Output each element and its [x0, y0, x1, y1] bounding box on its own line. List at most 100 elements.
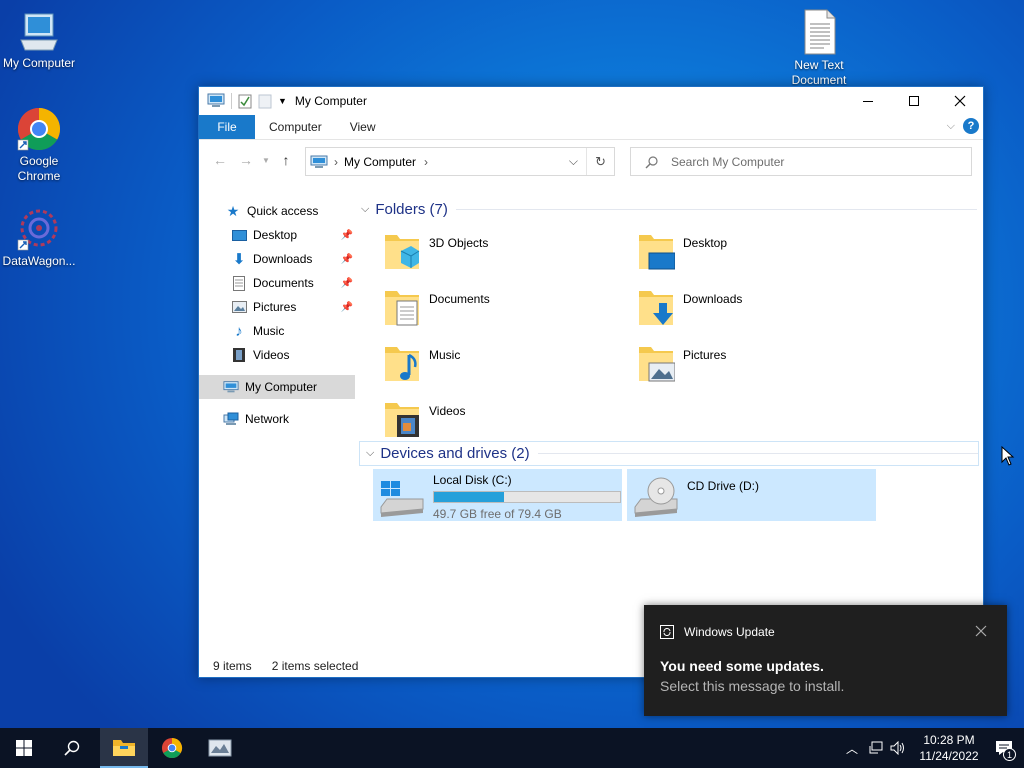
desktop-icon-label: New Text Document [791, 58, 847, 87]
close-icon [954, 95, 966, 107]
group-header-folders[interactable]: ⌵ Folders (7) [361, 201, 977, 218]
file-view[interactable]: ⌵ Folders (7) 3D Objects Desktop Documen… [357, 195, 983, 655]
clock-time: 10:28 PM [923, 733, 975, 747]
chevron-down-icon: ⌵ [361, 203, 370, 215]
taskbar-app[interactable] [196, 728, 244, 768]
toast-heading: You need some updates. [660, 658, 824, 674]
pin-icon[interactable]: 📌 [341, 254, 353, 265]
desktop-icon-label: My Computer [2, 56, 76, 70]
picture-icon [231, 299, 247, 315]
desktop-icon-google-chrome[interactable]: Google Chrome [0, 106, 78, 184]
sidebar-item-label: My Computer [245, 380, 318, 394]
sidebar-item-network[interactable]: Network [199, 407, 355, 431]
pin-icon[interactable]: 📌 [341, 302, 353, 313]
breadcrumb-separator-icon: › [424, 154, 429, 169]
desktop-icon-datawagon[interactable]: DataWagon... [0, 206, 78, 269]
sidebar-item-label: Videos [253, 348, 290, 362]
tab-file[interactable]: File [199, 115, 255, 139]
toast-notification[interactable]: Windows Update You need some updates. Se… [644, 605, 1007, 716]
clock-date: 11/24/2022 [919, 749, 979, 763]
clock[interactable]: 10:28 PM 11/24/2022 [914, 732, 984, 764]
up-button[interactable]: ↑ [273, 147, 299, 173]
folder-downloads[interactable]: Downloads [637, 285, 877, 337]
explorer-window[interactable]: ▼ My Computer File Computer View ⌵ ? ← →… [198, 86, 984, 678]
sidebar-item-music[interactable]: ♪ Music [199, 319, 355, 343]
sidebar-item-desktop[interactable]: Desktop 📌 [199, 223, 355, 247]
help-icon[interactable]: ? [963, 118, 979, 134]
taskbar-chrome[interactable] [148, 728, 196, 768]
desktop-icon-my-computer[interactable]: My Computer [0, 10, 78, 71]
new-folder-icon[interactable] [258, 93, 272, 109]
folder-music[interactable]: Music [383, 341, 623, 393]
chevron-up-icon[interactable]: ︿ [846, 740, 858, 757]
hard-drive-icon [380, 481, 424, 517]
sidebar-item-label: Downloads [253, 252, 313, 266]
sidebar-item-label: Pictures [253, 300, 297, 314]
expand-ribbon-icon[interactable]: ⌵ [947, 120, 955, 133]
recent-locations-button[interactable]: ▼ [259, 147, 273, 173]
folder-label: Documents [429, 292, 490, 306]
network-icon[interactable] [868, 741, 884, 755]
search-input[interactable]: Search My Computer [671, 155, 784, 169]
folder-desktop-icon [639, 235, 675, 270]
computer-icon [20, 13, 58, 51]
file-explorer-icon [113, 740, 135, 756]
folder-music-icon [385, 347, 419, 381]
sidebar-item-quick-access[interactable]: ★ Quick access [199, 199, 355, 223]
maximize-button[interactable] [891, 87, 937, 115]
mouse-cursor-icon [1001, 446, 1015, 466]
forward-button[interactable]: → [233, 147, 259, 173]
network-icon [223, 411, 239, 427]
arrow-right-icon: → [239, 152, 253, 168]
desktop-icon-new-text-document[interactable]: New Text Document [780, 8, 858, 88]
drive-cd-d[interactable]: CD Drive (D:) [627, 469, 876, 521]
start-button[interactable] [0, 728, 48, 768]
group-header-devices[interactable]: ⌵ Devices and drives (2) [359, 441, 979, 466]
title-bar[interactable]: ▼ My Computer [199, 87, 983, 115]
arrow-left-icon: ← [213, 152, 227, 168]
folder-pictures[interactable]: Pictures [637, 341, 877, 393]
drive-local-disk-c[interactable]: Local Disk (C:) 49.7 GB free of 79.4 GB [373, 469, 622, 521]
folder-3d-objects[interactable]: 3D Objects [383, 229, 623, 281]
properties-icon[interactable] [238, 93, 252, 109]
status-item-count: 9 items [213, 659, 252, 673]
sidebar-item-label: Network [245, 412, 290, 426]
download-icon: ⬇ [232, 251, 246, 268]
sidebar-item-videos[interactable]: Videos [199, 343, 355, 367]
drive-label: CD Drive (D:) [687, 479, 759, 493]
taskbar-file-explorer[interactable] [100, 728, 148, 768]
chevron-down-icon: ⌵ [366, 447, 375, 459]
action-center-button[interactable]: 1 [984, 728, 1024, 768]
desktop-icon-label: DataWagon... [2, 254, 76, 268]
address-dropdown-icon[interactable]: ⌵ [569, 154, 578, 169]
document-icon [231, 275, 247, 291]
tab-view[interactable]: View [336, 115, 390, 139]
sidebar-item-pictures[interactable]: Pictures 📌 [199, 295, 355, 319]
search-button[interactable] [48, 728, 96, 768]
sidebar-item-downloads[interactable]: ⬇ Downloads 📌 [199, 247, 355, 271]
back-button[interactable]: ← [207, 147, 233, 173]
datawagon-icon [17, 209, 58, 251]
sidebar-item-label: Documents [253, 276, 314, 290]
refresh-icon[interactable]: ↻ [595, 154, 606, 170]
sidebar-item-documents[interactable]: Documents 📌 [199, 271, 355, 295]
music-icon: ♪ [235, 322, 243, 340]
folder-label: Music [429, 348, 461, 362]
folder-desktop[interactable]: Desktop [637, 229, 877, 281]
pin-icon[interactable]: 📌 [341, 278, 353, 289]
folder-documents[interactable]: Documents [383, 285, 623, 337]
volume-icon[interactable] [890, 741, 906, 755]
search-box[interactable]: Search My Computer [630, 147, 972, 176]
minimize-button[interactable] [845, 87, 891, 115]
customize-toolbar-icon[interactable]: ▼ [278, 96, 287, 106]
breadcrumb-location[interactable]: My Computer [344, 155, 416, 169]
pin-icon[interactable]: 📌 [341, 230, 353, 241]
navigation-pane: ★ Quick access Desktop 📌 ⬇ Downloads 📌 D… [199, 195, 355, 655]
cd-drive-icon [634, 477, 678, 517]
sidebar-item-my-computer[interactable]: My Computer [199, 375, 355, 399]
address-bar[interactable]: › My Computer › ⌵ ↻ [305, 147, 615, 176]
tab-computer[interactable]: Computer [255, 115, 336, 139]
status-selected-count: 2 items selected [271, 659, 359, 673]
close-icon[interactable] [975, 625, 987, 637]
close-button[interactable] [937, 87, 983, 115]
